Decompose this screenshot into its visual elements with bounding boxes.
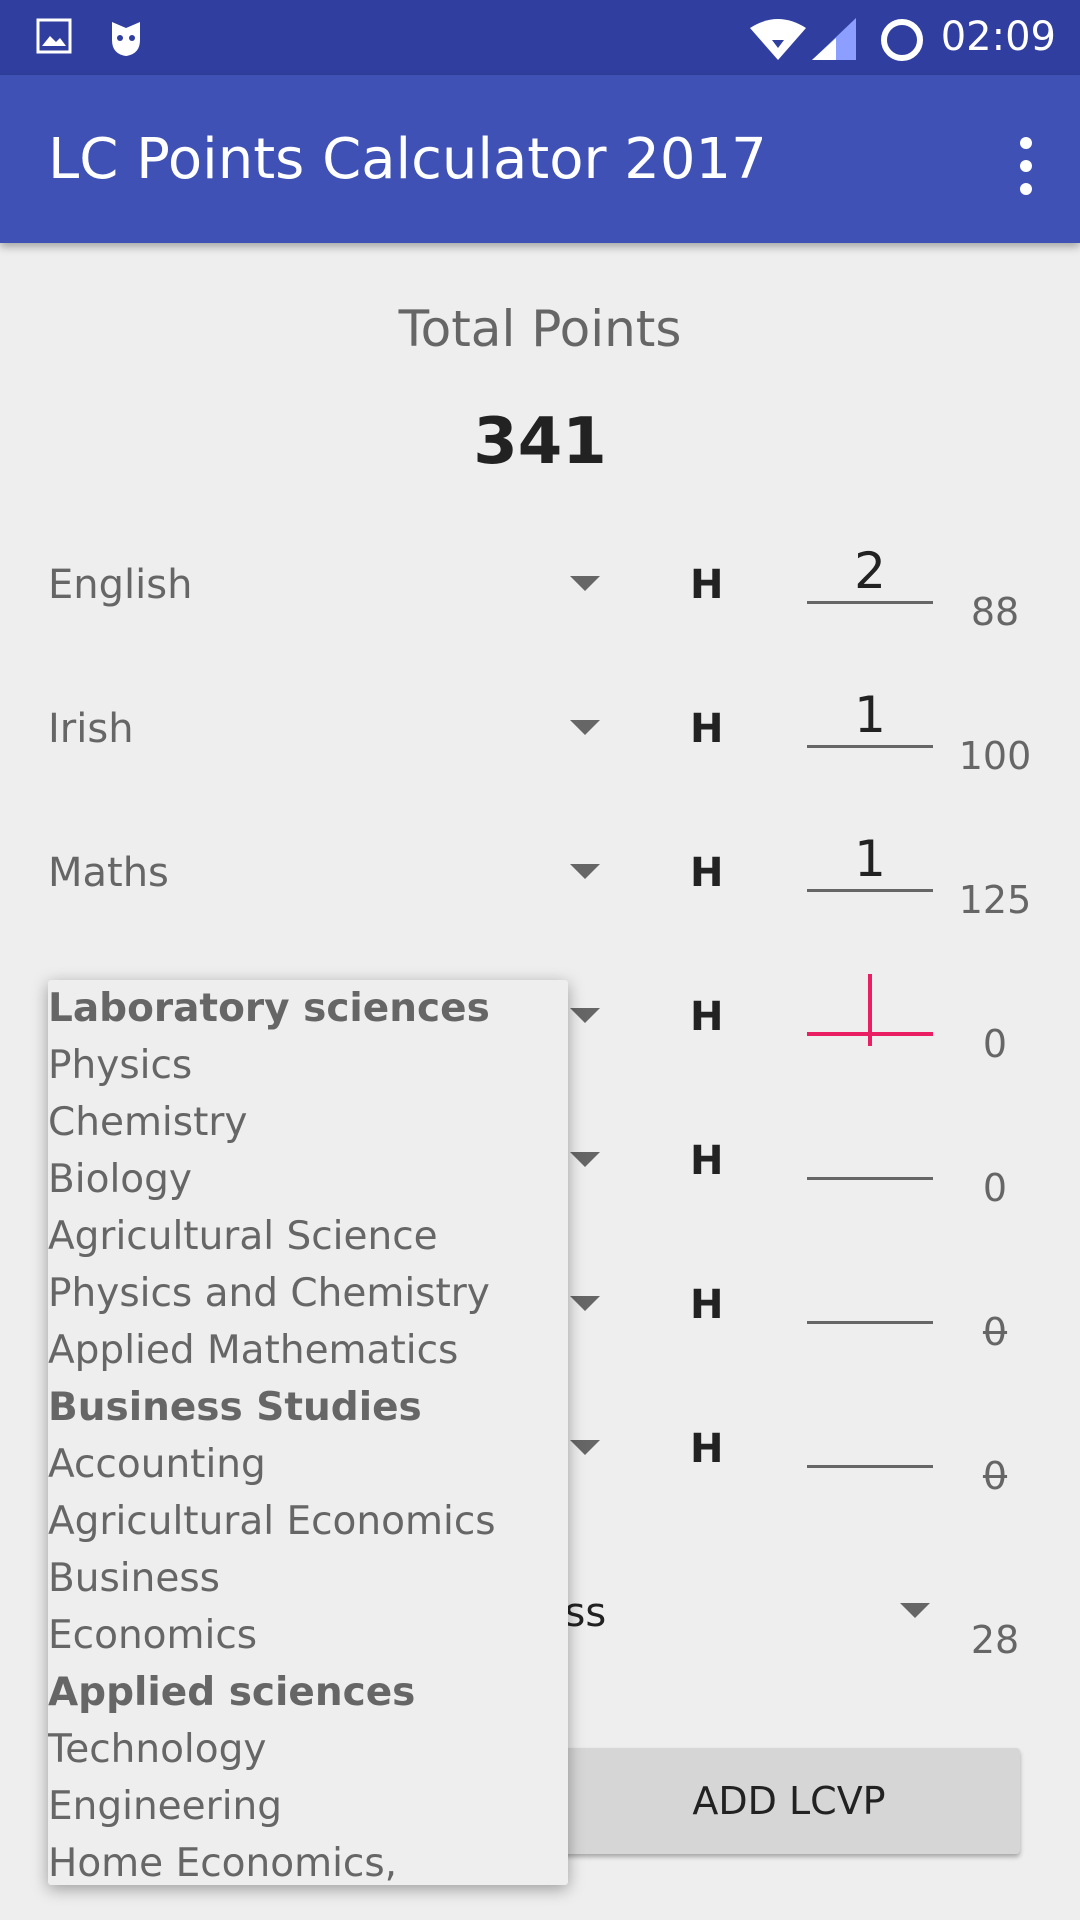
dropdown-option[interactable]: Chemistry — [48, 1094, 568, 1151]
text-cursor — [868, 974, 872, 1046]
dropdown-option[interactable]: Accounting — [48, 1436, 568, 1493]
add-lcvp-button[interactable]: ADD LCVP — [558, 1748, 1020, 1854]
image-icon — [36, 18, 72, 54]
dropdown-arrow-icon[interactable] — [570, 864, 600, 879]
dropdown-arrow-icon[interactable] — [570, 1440, 600, 1455]
level-toggle[interactable]: H — [690, 850, 723, 896]
level-toggle[interactable]: H — [690, 994, 723, 1040]
dropdown-option[interactable]: Physics and Chemistry — [48, 1265, 568, 1322]
grade-input[interactable]: 1 — [807, 830, 933, 892]
dropdown-arrow-icon[interactable] — [570, 576, 600, 591]
grade-input[interactable] — [807, 1262, 933, 1324]
dropdown-option[interactable]: Technology — [48, 1721, 568, 1778]
grade-input[interactable]: 2 — [807, 542, 933, 604]
signal-icon — [812, 18, 856, 60]
dropdown-arrow-icon[interactable] — [570, 1296, 600, 1311]
dropdown-option[interactable]: Biology — [48, 1151, 568, 1208]
subject-points: 88 — [970, 590, 1020, 634]
dropdown-option[interactable]: Engineering — [48, 1778, 568, 1835]
level-toggle[interactable]: H — [690, 1426, 723, 1472]
dropdown-arrow-icon[interactable] — [570, 1008, 600, 1023]
dropdown-group-header: Applied sciences — [48, 1670, 416, 1715]
circle-icon — [881, 19, 923, 61]
dropdown-group-header: Business Studies — [48, 1385, 422, 1430]
total-points-label: Total Points — [398, 300, 682, 358]
subject-spinner[interactable]: English — [48, 562, 192, 608]
wifi-icon — [750, 19, 806, 60]
bonus-points: 28 — [970, 1618, 1020, 1662]
subject-row-3: Maths H 1 125 — [0, 830, 1080, 950]
grade-input[interactable] — [807, 1406, 933, 1468]
dropdown-option[interactable]: Business — [48, 1550, 568, 1607]
level-toggle[interactable]: H — [690, 1282, 723, 1328]
grade-input[interactable] — [807, 1118, 933, 1180]
total-points-value: 341 — [473, 405, 607, 479]
dropdown-option[interactable]: Physics — [48, 1037, 568, 1094]
dropdown-option[interactable]: Applied Mathematics — [48, 1322, 568, 1379]
clock: 02:09 — [940, 14, 1056, 60]
subject-points: 0 — [982, 1454, 1008, 1498]
dropdown-option[interactable]: Home Economics, — [48, 1835, 568, 1885]
overflow-menu-icon[interactable] — [1012, 133, 1040, 203]
subject-row-1: English H 2 88 — [0, 542, 1080, 662]
subject-points: 125 — [958, 878, 1032, 922]
grade-input[interactable] — [807, 974, 933, 1046]
dropdown-arrow-icon[interactable] — [900, 1603, 930, 1618]
dropdown-group-header: Laboratory sciences — [48, 986, 490, 1031]
subject-points: 0 — [982, 1022, 1008, 1066]
level-toggle[interactable]: H — [690, 1138, 723, 1184]
status-bar: 02:09 — [0, 0, 1080, 75]
subject-points: 0 — [982, 1166, 1008, 1210]
subject-spinner[interactable]: Irish — [48, 706, 134, 752]
subject-points: 100 — [958, 734, 1032, 778]
level-toggle[interactable]: H — [690, 562, 723, 608]
dropdown-option[interactable]: Agricultural Science — [48, 1208, 568, 1265]
app-bar: LC Points Calculator 2017 — [0, 75, 1080, 243]
app-title: LC Points Calculator 2017 — [48, 127, 767, 192]
dropdown-option[interactable]: Agricultural Economics — [48, 1493, 568, 1550]
subject-points: 0 — [982, 1310, 1008, 1354]
cat-icon — [112, 22, 140, 56]
subject-row-2: Irish H 1 100 — [0, 686, 1080, 806]
grade-input[interactable]: 1 — [807, 686, 933, 748]
subject-spinner[interactable]: Maths — [48, 850, 169, 896]
dropdown-option[interactable]: Economics — [48, 1607, 568, 1664]
level-toggle[interactable]: H — [690, 706, 723, 752]
subject-dropdown-list[interactable]: Laboratory sciences Physics Chemistry Bi… — [48, 980, 568, 1885]
dropdown-arrow-icon[interactable] — [570, 1152, 600, 1167]
dropdown-arrow-icon[interactable] — [570, 720, 600, 735]
